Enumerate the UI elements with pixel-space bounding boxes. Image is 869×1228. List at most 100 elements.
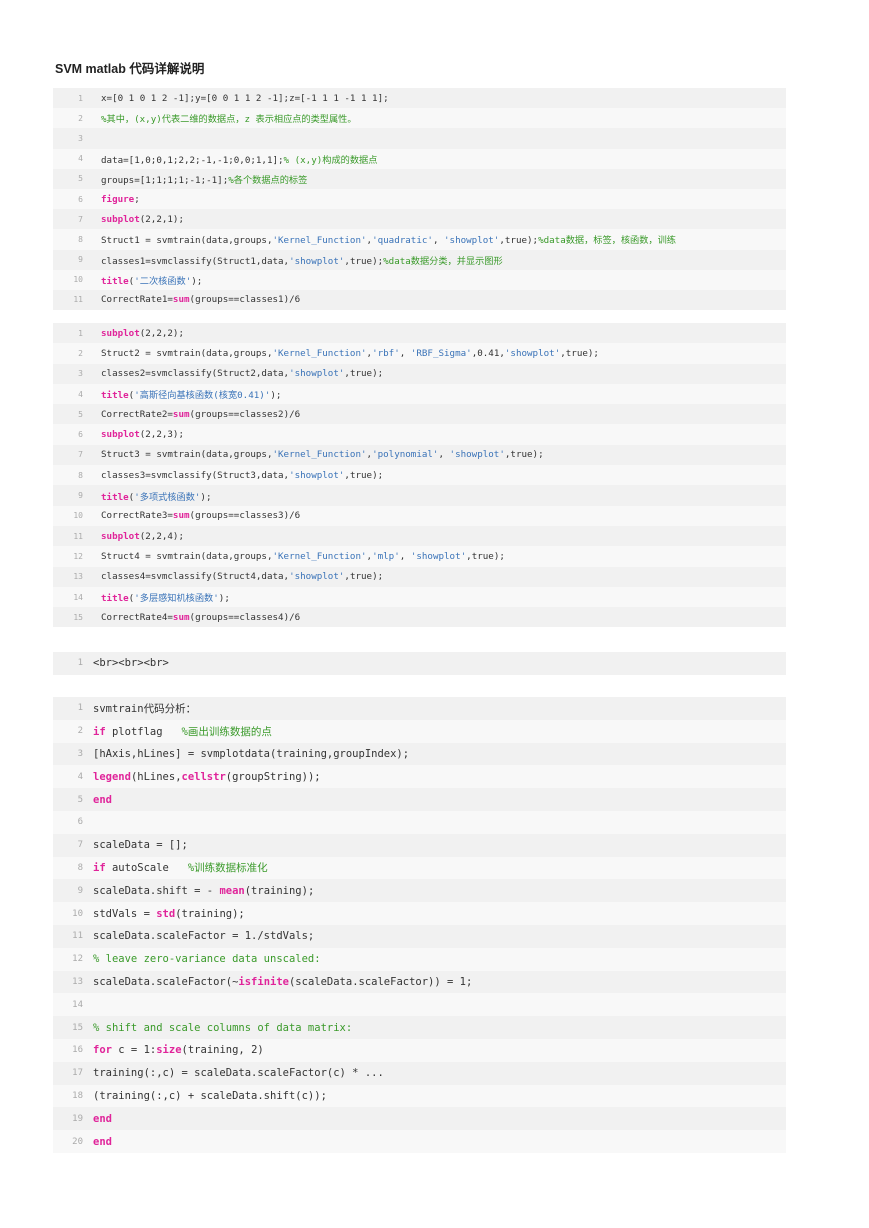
code-line: 7 scaleData = []; bbox=[53, 833, 786, 857]
code-line: 1 subplot(2,2,2); bbox=[53, 323, 786, 344]
code-token: 'mlp' bbox=[372, 550, 400, 562]
line-number: 5 bbox=[78, 174, 83, 184]
code-token: , bbox=[399, 347, 411, 359]
code-line: 10 stdVals = std(training); bbox=[53, 902, 786, 925]
line-number: 14 bbox=[72, 999, 83, 1010]
code-token: end bbox=[93, 793, 112, 806]
code-text: scaleData.shift = - mean(training); bbox=[93, 885, 314, 897]
code-line: 11 scaleData.scaleFactor = 1./stdVals; bbox=[53, 924, 786, 948]
code-line: 15 % shift and scale columns of data matr… bbox=[53, 1016, 786, 1039]
code-token: ); bbox=[200, 491, 212, 503]
code-token: sum bbox=[172, 294, 190, 306]
line-number: 10 bbox=[73, 275, 83, 285]
line-number: 3 bbox=[77, 748, 83, 759]
code-text: svmtrain代码分析： bbox=[93, 701, 196, 716]
code-token: %data数据分类，并显示图形 bbox=[383, 255, 503, 267]
code-token: , bbox=[438, 449, 450, 461]
code-text: % shift and scale columns of data matrix… bbox=[93, 1022, 352, 1034]
code-token: % (x,y)构成的数据点 bbox=[283, 154, 378, 166]
code-token: 'showplot' bbox=[289, 368, 345, 380]
code-text: end bbox=[93, 1113, 112, 1125]
code-token: subplot bbox=[101, 213, 140, 225]
code-token: subplot bbox=[101, 530, 140, 542]
code-token: scaleData.scaleFactor = 1./stdVals; bbox=[93, 930, 315, 943]
code-line: 4 title('高斯径向基核函数(核宽0.41)'); bbox=[53, 383, 786, 405]
code-block-2: 1 subplot(2,2,2); 2 Struct2 = svmtrain(data… bbox=[53, 323, 786, 628]
line-number: 17 bbox=[72, 1068, 83, 1079]
code-line: 9 title('多项式核函数'); bbox=[53, 485, 786, 506]
code-token: plotflag bbox=[105, 725, 182, 738]
code-token: ,true); bbox=[344, 571, 384, 583]
code-token: (groups==classes4)/6 bbox=[189, 611, 301, 623]
code-token: %data数据，标签，核函数，训练 bbox=[538, 235, 676, 247]
code-token: for bbox=[93, 1044, 112, 1057]
code-text: data=[1,0;0,1;2,2;-1,-1;0,0;1,1];% (x,y)… bbox=[101, 152, 377, 166]
code-text: x=[0 1 0 1 2 -1];y=[0 0 1 1 2 -1];z=[-1 … bbox=[101, 93, 389, 104]
line-number: 1 bbox=[77, 703, 83, 714]
line-number: 4 bbox=[78, 389, 83, 399]
code-token: '多层感知机核函数' bbox=[134, 593, 219, 604]
code-text: title('多项式核函数'); bbox=[101, 489, 211, 503]
code-token: if bbox=[93, 862, 106, 875]
code-token: '高斯径向基核函数(核宽0.41)' bbox=[134, 390, 271, 402]
code-token: CorrectRate2= bbox=[101, 408, 173, 420]
line-number: 11 bbox=[73, 295, 83, 305]
code-text: end bbox=[93, 1136, 112, 1148]
code-text: legend(hLines,cellstr(groupString)); bbox=[93, 771, 321, 783]
code-line: 8 Struct1 = svmtrain(data,groups,'Kernel_… bbox=[53, 229, 786, 250]
line-number: 7 bbox=[78, 450, 83, 460]
code-text: classes2=svmclassify(Struct2,data,'showp… bbox=[101, 368, 383, 379]
code-token: x=[0 1 0 1 2 -1];y=[0 0 1 1 2 -1];z=[-1 … bbox=[101, 92, 389, 104]
code-token: ,true); bbox=[504, 449, 544, 461]
code-token: '多项式核函数' bbox=[134, 491, 201, 503]
code-line: 5 CorrectRate2=sum(groups==classes2)/6 bbox=[53, 404, 786, 425]
code-token: (2,2,1); bbox=[139, 213, 184, 225]
code-token: %各个数据点的标签 bbox=[228, 174, 308, 186]
code-text: CorrectRate3=sum(groups==classes3)/6 bbox=[101, 510, 300, 521]
line-number: 15 bbox=[73, 612, 83, 622]
line-number: 19 bbox=[72, 1113, 83, 1124]
line-number: 3 bbox=[78, 369, 83, 379]
code-line: 1 x=[0 1 0 1 2 -1];y=[0 0 1 1 2 -1];z=[-1… bbox=[53, 88, 786, 109]
line-number: 2 bbox=[77, 726, 83, 737]
code-token: mean bbox=[219, 884, 245, 897]
code-token: (2,2,4); bbox=[139, 530, 184, 542]
line-number: 4 bbox=[78, 154, 83, 164]
code-line: 15 CorrectRate4=sum(groups==classes4)/6 bbox=[53, 607, 786, 628]
code-token: 'Kernel_Function' bbox=[272, 449, 367, 461]
code-token: ,true); bbox=[344, 368, 384, 380]
line-number: 1 bbox=[78, 328, 83, 338]
code-token: subplot bbox=[101, 327, 140, 339]
code-token: classes2=svmclassify(Struct2,data, bbox=[101, 368, 290, 380]
code-text: CorrectRate2=sum(groups==classes2)/6 bbox=[101, 409, 300, 420]
code-token: ,true); bbox=[560, 347, 599, 359]
code-token: %训练数据标准化 bbox=[187, 862, 268, 875]
code-text: Struct1 = svmtrain(data,groups,'Kernel_F… bbox=[101, 232, 676, 246]
code-token: CorrectRate4= bbox=[101, 611, 173, 623]
code-line: 14 bbox=[53, 993, 786, 1017]
line-number: 12 bbox=[72, 954, 83, 965]
code-text: % leave zero-variance data unscaled: bbox=[93, 953, 321, 965]
line-number: 1 bbox=[77, 658, 83, 669]
code-token: Struct2 = svmtrain(data,groups, bbox=[101, 347, 273, 359]
line-number: 8 bbox=[78, 234, 83, 244]
code-token: legend bbox=[93, 770, 131, 783]
code-token: scaleData = []; bbox=[93, 839, 188, 852]
code-text: subplot(2,2,1); bbox=[101, 214, 184, 225]
code-text: title('多层感知机核函数'); bbox=[101, 590, 230, 604]
code-token: Struct4 = svmtrain(data,groups, bbox=[101, 550, 273, 562]
code-token: end bbox=[93, 1112, 112, 1125]
code-line: 12 % leave zero-variance data unscaled: bbox=[53, 947, 786, 971]
code-token: 'showplot' bbox=[449, 449, 505, 461]
code-text: for c = 1:size(training, 2) bbox=[93, 1044, 264, 1056]
line-number: 18 bbox=[72, 1090, 83, 1101]
code-token: 'RBF_Sigma' bbox=[410, 347, 472, 359]
line-number: 1 bbox=[78, 93, 83, 103]
line-number: 12 bbox=[73, 551, 83, 561]
code-token: ,0.41, bbox=[471, 347, 505, 359]
code-token: sum bbox=[172, 510, 190, 522]
code-text: if plotflag %画出训练数据的点 bbox=[93, 724, 272, 739]
code-token: training(:,c) = scaleData.scaleFactor(c)… bbox=[93, 1067, 384, 1080]
code-line: 7 subplot(2,2,1); bbox=[53, 209, 786, 230]
line-number: 5 bbox=[77, 794, 83, 805]
